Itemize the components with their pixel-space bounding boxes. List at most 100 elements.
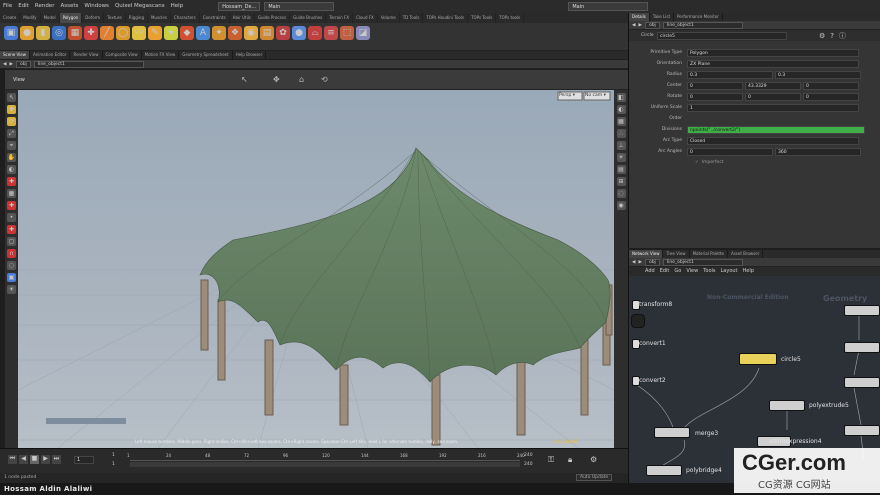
path-node[interactable]: line_object1 xyxy=(33,60,144,68)
shelf-tab-15[interactable]: Volume xyxy=(378,13,400,23)
ghost-icon[interactable]: ◌ xyxy=(616,189,626,198)
l-system-tool-icon[interactable]: ❖ xyxy=(228,26,242,40)
node-circle5[interactable] xyxy=(739,353,777,365)
param-value-3-0[interactable]: 0 xyxy=(687,81,743,90)
lights-icon[interactable]: ☀ xyxy=(616,153,626,162)
spray-paint-tool-icon[interactable]: ✦ xyxy=(212,26,226,40)
background-icon[interactable]: ▤ xyxy=(616,165,626,174)
platonic-tool-icon[interactable]: ◆ xyxy=(180,26,194,40)
file-tool-icon[interactable]: ▤ xyxy=(260,26,274,40)
param-tab-0[interactable]: Details xyxy=(629,13,650,21)
param-value-2-1[interactable]: 0.3 xyxy=(775,70,861,79)
viewer-tab-4[interactable]: Motion FX View xyxy=(142,51,180,59)
shelf-tab-17[interactable]: TOPs Houdini Tools xyxy=(423,13,469,23)
param-value-0-0[interactable]: Polygon xyxy=(687,48,859,57)
shelf-tab-19[interactable]: TOPs tools xyxy=(496,13,525,23)
node-right-1[interactable] xyxy=(844,305,880,316)
magnet-icon[interactable]: ∩ xyxy=(7,249,16,258)
point-snap-icon[interactable]: • xyxy=(7,213,16,222)
vis-icon[interactable]: ◉ xyxy=(616,201,626,210)
param-value-7-0[interactable]: npoints("../convert2/") xyxy=(687,125,865,134)
play-icon[interactable]: ▶ xyxy=(41,455,50,464)
display-options-icon[interactable]: ◧ xyxy=(616,93,626,102)
curve-tool-icon[interactable]: 〰 xyxy=(132,26,146,40)
start-frame[interactable]: 1 xyxy=(112,453,115,458)
prim-snap-icon[interactable]: ✚ xyxy=(7,201,16,210)
sphere2-tool-icon[interactable]: ● xyxy=(292,26,306,40)
snap-tool-icon[interactable]: ✚ xyxy=(7,177,16,186)
torus-tool-icon[interactable]: ◎ xyxy=(52,26,66,40)
stop-icon[interactable]: ■ xyxy=(30,455,39,464)
forward-arrow-icon[interactable]: ▶ xyxy=(638,23,641,28)
viewer-tab-5[interactable]: Geometry Spreadsheet xyxy=(179,51,233,59)
node-right-4[interactable] xyxy=(844,425,880,436)
shelf-tab-5[interactable]: Texture xyxy=(104,13,126,23)
shelf-tab-14[interactable]: Cloud FX xyxy=(353,13,378,23)
param-value-8-0[interactable]: Closed xyxy=(687,136,859,145)
grid-tool-icon[interactable]: ▦ xyxy=(68,26,82,40)
render-region-icon[interactable]: ▢ xyxy=(7,237,16,246)
path-root[interactable]: obj xyxy=(644,21,660,29)
viewer-tab-1[interactable]: Animation Editor xyxy=(30,51,71,59)
param-value-3-1[interactable]: 43.3329 xyxy=(745,81,801,90)
metaball-tool-icon[interactable]: ◉ xyxy=(244,26,258,40)
range-end-2[interactable]: 240 xyxy=(524,462,533,467)
scale-tool-icon[interactable]: ⤢ xyxy=(7,129,16,138)
shelf-tab-11[interactable]: Guide Process xyxy=(255,13,291,23)
move-tool-icon[interactable]: ✥ xyxy=(7,105,16,114)
shelf-tab-9[interactable]: Constraints xyxy=(200,13,230,23)
menu-render[interactable]: Render xyxy=(32,0,58,13)
polyfill-tool-icon[interactable]: ◪ xyxy=(356,26,370,40)
desktop-select[interactable]: Main xyxy=(264,2,335,11)
pan-icon[interactable]: ✥ xyxy=(273,75,280,84)
fast-forward-icon[interactable]: ⏭ xyxy=(52,455,61,464)
shelf-tab-10[interactable]: Hair Utils xyxy=(230,13,255,23)
shelf-tab-18[interactable]: TOPs Tools xyxy=(468,13,497,23)
param-value-4-0[interactable]: 0 xyxy=(687,92,743,101)
param-value-4-2[interactable]: 0 xyxy=(803,92,859,101)
param-value-2-0[interactable]: 0.3 xyxy=(687,70,773,79)
range-end[interactable]: 240 xyxy=(524,453,533,458)
param-tab-2[interactable]: Performance Monitor xyxy=(674,13,723,21)
select-tool-icon[interactable]: ↖ xyxy=(7,93,16,102)
3d-viewport[interactable]: Persp ▾ No cam ▾ Left mouse tumbles. Mid… xyxy=(18,90,614,448)
param-value-4-1[interactable]: 0 xyxy=(745,92,801,101)
info-icon[interactable]: ⓘ xyxy=(839,31,846,41)
shelf-tab-13[interactable]: Terrain FX xyxy=(326,13,354,23)
menu-file[interactable]: File xyxy=(0,0,15,13)
node-polybridge4[interactable] xyxy=(646,465,682,476)
path-node[interactable]: line_object1 xyxy=(662,21,743,29)
star-tool-icon[interactable]: ★ xyxy=(164,26,178,40)
wireframe-icon[interactable]: ▦ xyxy=(616,117,626,126)
forward-arrow-icon[interactable]: ▶ xyxy=(9,62,12,67)
multi-snap-icon[interactable]: ✚ xyxy=(7,225,16,234)
shelf-tab-8[interactable]: Characters xyxy=(171,13,200,23)
tube-tool-icon[interactable]: ▮ xyxy=(36,26,50,40)
viewer-tab-2[interactable]: Render View xyxy=(70,51,103,59)
shading-icon[interactable]: ◐ xyxy=(616,105,626,114)
shelf-tab-2[interactable]: Model xyxy=(41,13,60,23)
param-value-9-0[interactable]: 0 xyxy=(687,147,773,156)
scene-title-field[interactable]: Hossam_De... xyxy=(218,2,261,11)
param-value-5-0[interactable]: 1 xyxy=(687,103,859,112)
back-arrow-icon[interactable]: ◀ xyxy=(632,23,635,28)
cap-tool-icon[interactable]: ⌓ xyxy=(308,26,322,40)
param-value-3-2[interactable]: 0 xyxy=(803,81,859,90)
camera-icon[interactable]: ▣ xyxy=(7,273,16,282)
shelf-tab-0[interactable]: Create xyxy=(0,13,21,23)
timeline-range-bar[interactable] xyxy=(130,462,520,467)
rotate-tool-icon[interactable]: ⟳ xyxy=(7,117,16,126)
node-name-field[interactable]: circle5 xyxy=(657,31,787,40)
handle-tool-icon[interactable]: ⌖ xyxy=(7,141,16,150)
shelf-tab-16[interactable]: TD Tools xyxy=(400,13,424,23)
shelf-tab-3[interactable]: Polygon xyxy=(59,13,83,23)
shelf-tab-7[interactable]: Muscles xyxy=(148,13,171,23)
viewer-tab-3[interactable]: Composite View xyxy=(103,51,142,59)
end-frame[interactable]: 1 xyxy=(112,462,115,467)
back-arrow-icon[interactable]: ◀ xyxy=(3,62,6,67)
timeline-ruler[interactable]: 1 24 48 72 96 120 144 168 192 216 240 xyxy=(127,452,525,461)
select-arrow-icon[interactable]: ↖ xyxy=(241,75,248,84)
lock-icon[interactable]: 🔒︎ xyxy=(568,455,572,465)
normals-icon[interactable]: ⊥ xyxy=(616,141,626,150)
gear-icon[interactable]: ⚙ xyxy=(819,32,825,40)
